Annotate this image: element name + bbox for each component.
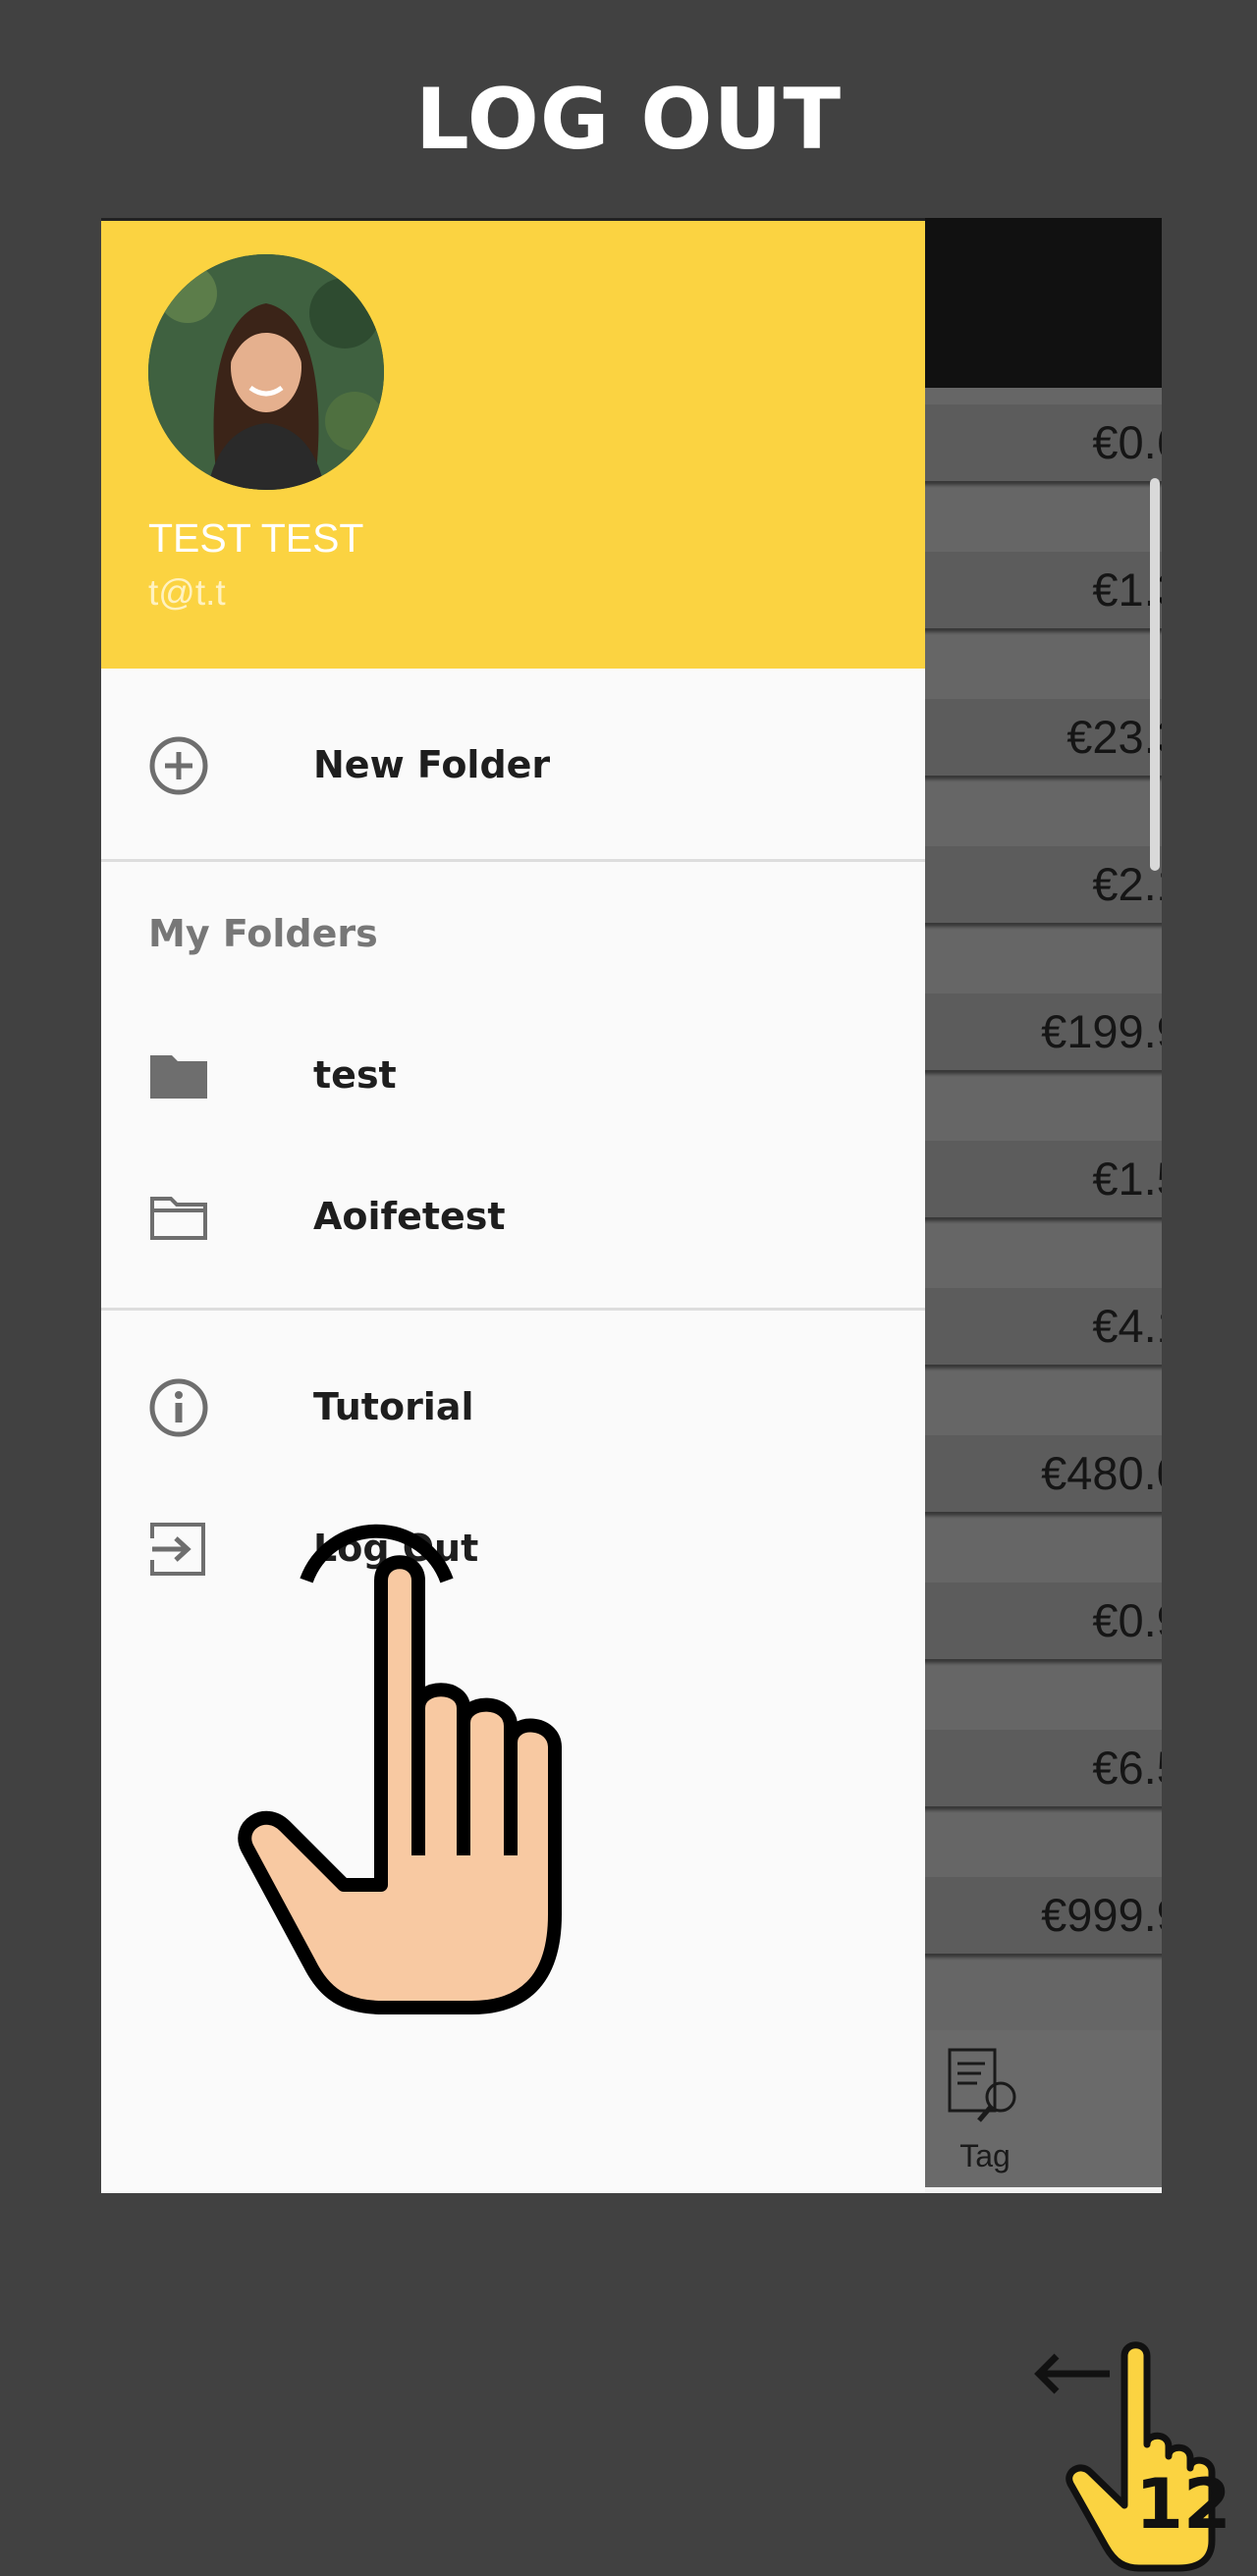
price-value: €4.17: [1092, 1300, 1162, 1352]
folder-outline-icon: [150, 1197, 207, 1240]
price-value: €199.99: [1041, 1005, 1162, 1057]
tutorial-button[interactable]: Tutorial: [101, 1353, 925, 1461]
price-value: €480.00: [1041, 1447, 1162, 1499]
folder-label: test: [313, 1053, 397, 1097]
drawer-header: TEST TEST t@t.t: [101, 218, 925, 669]
info-icon: [149, 1378, 208, 1437]
user-name: TEST TEST: [148, 515, 364, 561]
tag-document-search-icon: [948, 2048, 1016, 2122]
tap-hand-icon: [238, 1524, 562, 2014]
price-value: €0.90: [1092, 1594, 1162, 1646]
tab-tag-label: Tag: [959, 2138, 1011, 2174]
new-folder-button[interactable]: New Folder: [101, 711, 925, 819]
log-out-icon: [150, 1523, 205, 1576]
avatar: [148, 254, 384, 490]
new-folder-label: New Folder: [313, 743, 551, 786]
price-value: €999.99: [1041, 1889, 1162, 1941]
scrollbar[interactable]: [1150, 478, 1160, 871]
my-folders-heading: My Folders: [148, 912, 378, 955]
divider: [101, 1308, 925, 1311]
tutorial-label: Tutorial: [313, 1385, 474, 1428]
add-circle-icon: [149, 736, 208, 795]
folder-item-aoifetest[interactable]: Aoifetest: [101, 1162, 925, 1270]
step-number: 12: [1135, 2464, 1231, 2545]
folder-item-test[interactable]: test: [101, 1021, 925, 1129]
tab-tag[interactable]: Tag: [926, 2040, 1044, 2187]
step-badge: 12: [1031, 2336, 1257, 2572]
folder-label: Aoifetest: [313, 1195, 506, 1238]
price-value: €6.57: [1092, 1742, 1162, 1794]
price-value: €0.60: [1092, 416, 1162, 468]
user-email: t@t.t: [148, 572, 226, 613]
page-title: LOG OUT: [415, 71, 842, 169]
price-value: €23.37: [1066, 711, 1162, 763]
folder-filled-icon: [150, 1055, 207, 1099]
divider: [101, 859, 925, 862]
price-value: €1.55: [1092, 1153, 1162, 1205]
